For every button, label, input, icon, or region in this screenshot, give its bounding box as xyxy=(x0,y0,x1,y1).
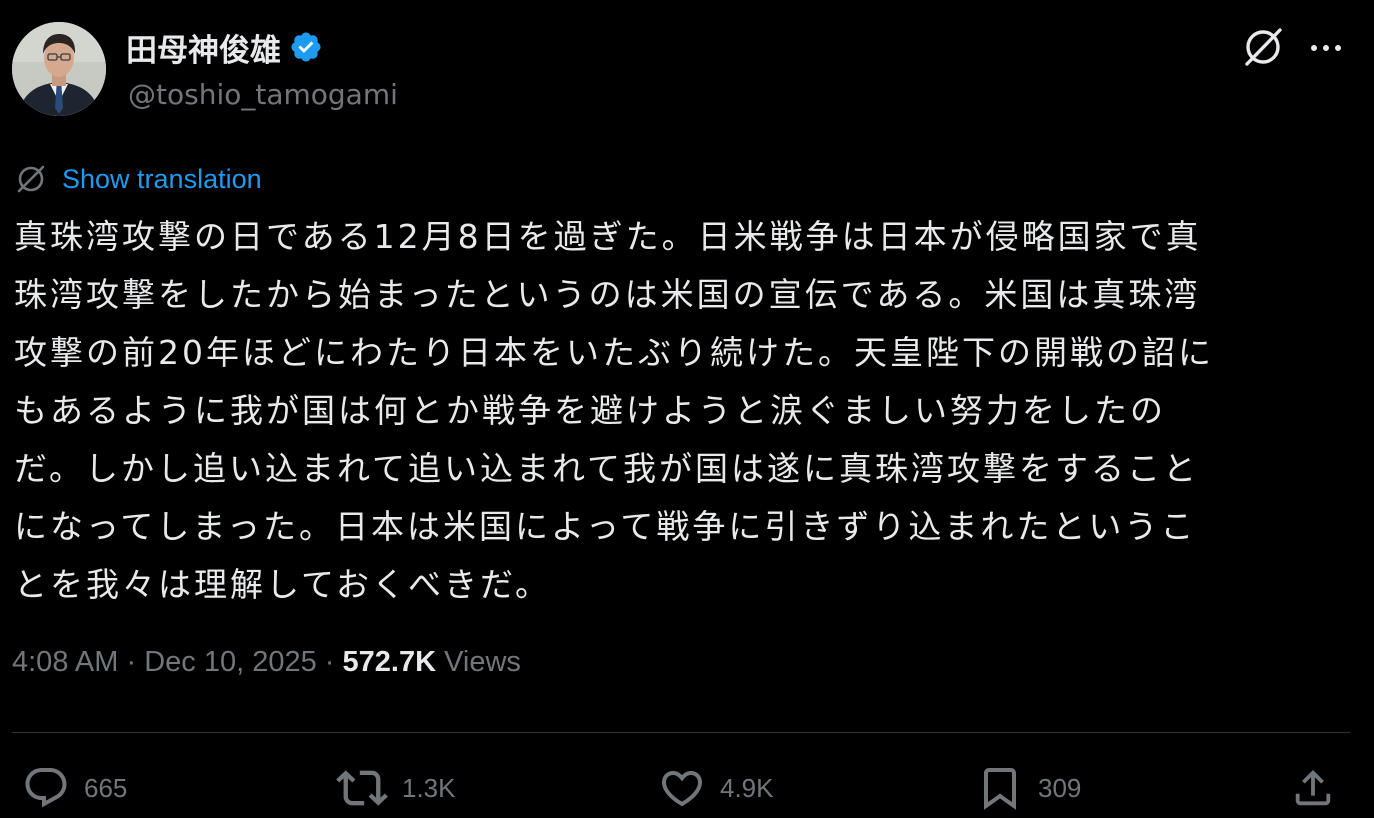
tweet-text-line: 真珠湾攻撃の日である12月8日を過ぎた。日米戦争は日本が侵略国家で真 xyxy=(14,217,1202,256)
share-button[interactable] xyxy=(1290,762,1336,814)
show-translation-button[interactable]: Show translation xyxy=(14,162,262,196)
tweet-text-line: とを我々は理解しておくべきだ。 xyxy=(14,565,552,604)
avatar[interactable] xyxy=(12,22,106,116)
tweet-meta: 4:08 AM · Dec 10, 2025 · 572.7K Views xyxy=(12,646,521,679)
bookmark-button[interactable]: 309 xyxy=(976,762,1081,814)
author-name-row: 田母神俊雄 xyxy=(126,25,323,70)
tweet-text-line: もあるように我が国は何とか戦争を避けようと涙ぐましい努力をしたの xyxy=(14,391,1166,430)
tweet-text-line: になってしまった。日本は米国によって戦争に引きずり込まれたというこ xyxy=(14,507,1197,546)
grok-translate-icon xyxy=(14,162,48,196)
tweet-text-line: 攻撃の前20年ほどにわたり日本をいたぶり続けた。天皇陛下の開戦の詔に xyxy=(14,333,1214,372)
divider xyxy=(12,732,1350,733)
repost-count: 1.3K xyxy=(402,772,456,803)
like-button[interactable]: 4.9K xyxy=(658,762,774,814)
repost-icon xyxy=(336,770,388,806)
meta-separator: · xyxy=(324,646,335,678)
repost-button[interactable]: 1.3K xyxy=(336,762,456,814)
verified-badge-icon[interactable] xyxy=(289,30,323,64)
reply-count: 665 xyxy=(84,772,128,803)
views-count[interactable]: 572.7K xyxy=(343,646,437,678)
display-name[interactable]: 田母神俊雄 xyxy=(126,25,281,70)
tweet-text-line: だ。しかし追い込まれて追い込まれて我が国は遂に真珠湾攻撃をすること xyxy=(14,449,1200,488)
reply-icon xyxy=(25,768,67,808)
heart-icon xyxy=(661,771,703,807)
tweet-date[interactable]: Dec 10, 2025 xyxy=(144,646,317,678)
bookmark-icon xyxy=(984,768,1016,810)
reply-button[interactable]: 665 xyxy=(22,762,127,814)
grok-icon[interactable] xyxy=(1240,24,1286,70)
more-options-icon[interactable] xyxy=(1306,30,1346,66)
tweet-text: 真珠湾攻撃の日である12月8日を過ぎた。日米戦争は日本が侵略国家で真 珠湾攻撃を… xyxy=(14,208,1354,614)
tweet-time[interactable]: 4:08 AM xyxy=(12,646,118,678)
author-handle[interactable]: @toshio_tamogami xyxy=(128,78,398,111)
share-icon xyxy=(1295,769,1331,806)
like-count: 4.9K xyxy=(720,772,774,803)
meta-separator: · xyxy=(126,646,137,678)
bookmark-count: 309 xyxy=(1038,772,1082,803)
tweet-text-line: 珠湾攻撃をしたから始まったというのは米国の宣伝である。米国は真珠湾 xyxy=(14,275,1201,314)
views-label: Views xyxy=(444,646,521,678)
show-translation-label: Show translation xyxy=(62,163,262,194)
profile-photo xyxy=(12,22,106,116)
